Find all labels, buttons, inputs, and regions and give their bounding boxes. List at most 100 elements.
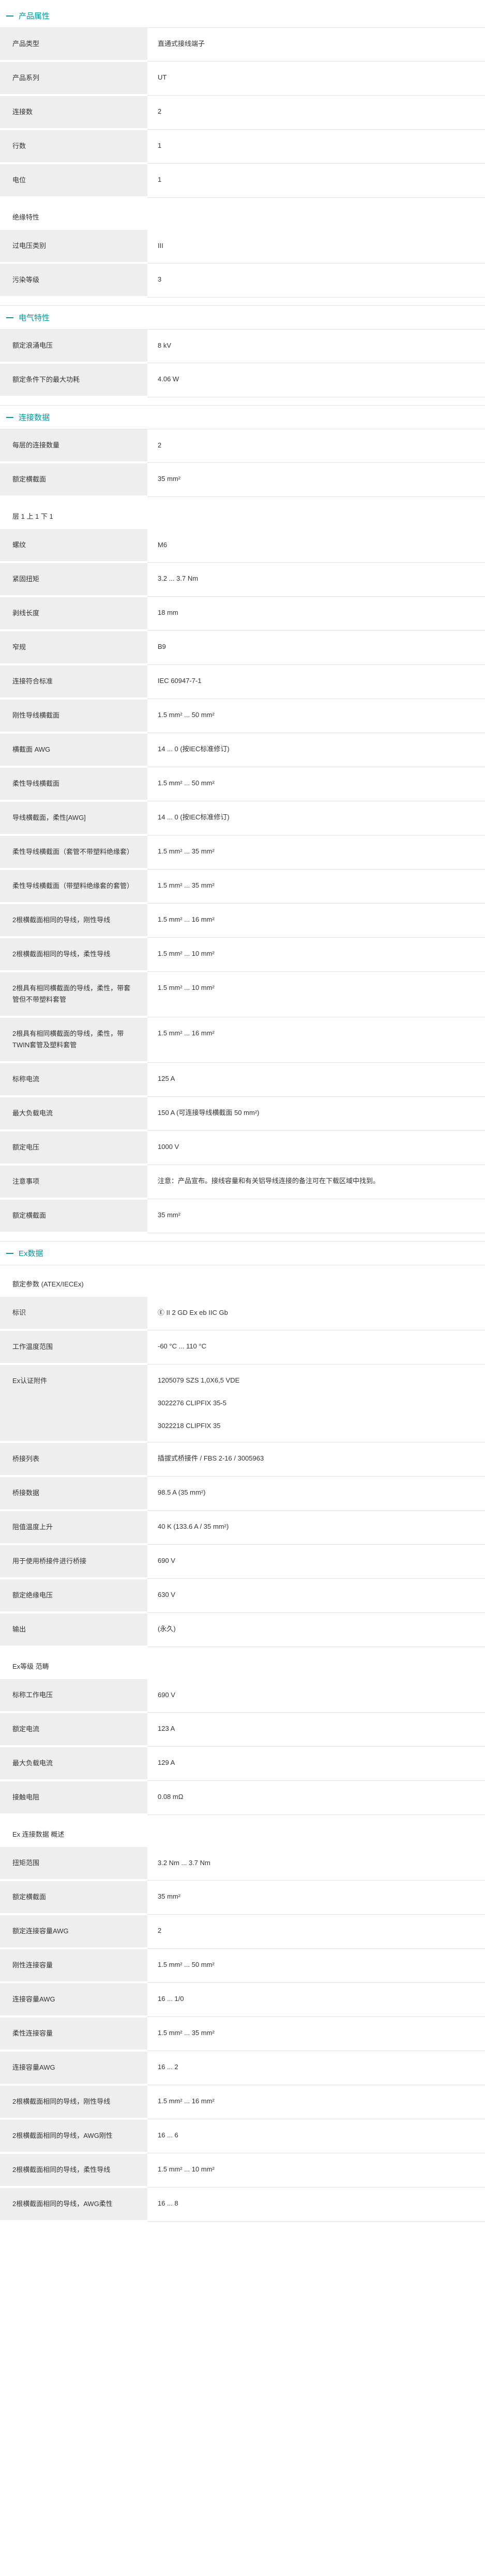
spec-value-line: 1.5 mm² ... 10 mm²	[158, 2165, 215, 2173]
spec-row: 最大负载电流 150 A (可连接导线横截面 50 mm²)	[0, 1096, 485, 1131]
spec-row: 连接符合标准 IEC 60947-7-1	[0, 664, 485, 700]
spec-value: 98.5 A (35 mm²)	[147, 1476, 485, 1511]
spec-value: 630 V	[147, 1578, 485, 1613]
spec-value: 1.5 mm² ... 10 mm²	[147, 971, 485, 1017]
spec-value-line: 1	[158, 141, 162, 149]
spec-value-line: 150 A (可连接导线横截面 50 mm²)	[158, 1108, 260, 1116]
section-dash-icon	[6, 1252, 13, 1254]
spec-key: 最大负载电流	[0, 1746, 147, 1781]
spec-value: 16 ... 6	[147, 2119, 485, 2153]
spec-value: 1.5 mm² ... 35 mm²	[147, 2016, 485, 2051]
spec-value-line: 1.5 mm² ... 16 mm²	[158, 2097, 215, 2105]
spec-key: 产品类型	[0, 28, 147, 62]
spec-value: 1.5 mm² ... 50 mm²	[147, 1948, 485, 1983]
section-header[interactable]: 电气特性	[0, 305, 485, 330]
spec-key: 连接数	[0, 95, 147, 130]
spec-key: 柔性连接容量	[0, 2016, 147, 2052]
spec-value-line: 18 mm	[158, 608, 178, 616]
spec-value-line: 8 kV	[158, 342, 172, 349]
spec-key: 螺纹	[0, 529, 147, 563]
spec-value: 1.5 mm² ... 16 mm²	[147, 903, 485, 938]
spec-value-line: M6	[158, 541, 168, 549]
section-title: 产品属性	[19, 12, 50, 21]
spec-value: 1000 V	[147, 1130, 485, 1165]
spec-value: 18 mm	[147, 596, 485, 631]
spec-key: 剥线长度	[0, 596, 147, 631]
section-header[interactable]: 连接数据	[0, 405, 485, 429]
spec-row: 每层的连接数量 2	[0, 429, 485, 463]
spec-row: 注意事项 注意：产品宣布。接线容量和有关铝导线连接的备注可在下载区域中找到。	[0, 1165, 485, 1200]
spec-key: 2根具有相同横截面的导线，柔性，带TWIN套管及塑料套管	[0, 1017, 147, 1063]
spec-value: 1.5 mm² ... 50 mm²	[147, 767, 485, 801]
spec-key: 2根横截面相同的导线，刚性导线	[0, 2085, 147, 2120]
group-subtitle: 层 1 上 1 下 1	[12, 513, 53, 520]
spec-value-line: -60 °C ... 110 °C	[158, 1342, 206, 1350]
spec-value-line: 1205079 SZS 1,0X6,5 VDE	[158, 1376, 240, 1384]
spec-row: 2根具有相同横截面的导线，柔性，带套管但不带塑料套管 1.5 mm² ... 10…	[0, 971, 485, 1018]
spec-value: 690 V	[147, 1544, 485, 1579]
spec-value-line: 1.5 mm² ... 10 mm²	[158, 983, 215, 991]
spec-key: 额定横截面	[0, 462, 147, 498]
spec-key: 工作温度范围	[0, 1330, 147, 1365]
spec-row: 2根横截面相同的导线，柔性导线 1.5 mm² ... 10 mm²	[0, 937, 485, 972]
spec-row: 刚性连接容量 1.5 mm² ... 50 mm²	[0, 1948, 485, 1983]
spec-row: 连接容量AWG 16 ... 2	[0, 2051, 485, 2086]
spec-row: 2根横截面相同的导线，AWG刚性 16 ... 6	[0, 2119, 485, 2154]
spec-row: 扭矩范围 3.2 Nm ... 3.7 Nm	[0, 1847, 485, 1881]
spec-row: 阻值温度上升 40 K (133.6 A / 35 mm²)	[0, 1510, 485, 1545]
section-title: 电气特性	[19, 314, 50, 322]
spec-key: 桥接数据	[0, 1476, 147, 1511]
spec-value-line: 1	[158, 175, 162, 183]
spec-row: 用于使用桥接件进行桥接 690 V	[0, 1544, 485, 1579]
spec-key: Ex认证附件	[0, 1364, 147, 1443]
spec-row: 标称工作电压 690 V	[0, 1679, 485, 1713]
spec-key: 2根横截面相同的导线，刚性导线	[0, 903, 147, 938]
spec-table: 过电压类别 III 污染等级 3	[0, 230, 485, 298]
section-dash-icon	[6, 317, 13, 318]
spec-value: 35 mm²	[147, 1199, 485, 1233]
spec-value-line: (永久)	[158, 1624, 176, 1633]
spec-key: 标称工作电压	[0, 1679, 147, 1713]
spec-value: 690 V	[147, 1679, 485, 1713]
spec-value-line: 16 ... 2	[158, 2062, 178, 2071]
spec-key: 污染等级	[0, 263, 147, 298]
spec-key: 2根横截面相同的导线，柔性导线	[0, 937, 147, 972]
spec-value-line: 注意：产品宣布。接线容量和有关铝导线连接的备注可在下载区域中找到。	[158, 1176, 380, 1185]
spec-row: 桥接数据 98.5 A (35 mm²)	[0, 1476, 485, 1511]
spec-value-line: IEC 60947-7-1	[158, 676, 202, 685]
spec-key: 柔性导线横截面	[0, 767, 147, 802]
spec-key: 每层的连接数量	[0, 429, 147, 463]
section-dash-icon	[6, 15, 13, 17]
spec-value: 16 ... 1/0	[147, 1982, 485, 2017]
spec-value: 2	[147, 95, 485, 130]
spec-value-line: 1.5 mm² ... 50 mm²	[158, 1960, 215, 1968]
spec-row: 柔性连接容量 1.5 mm² ... 35 mm²	[0, 2016, 485, 2052]
spec-row: 柔性导线横截面（套管不带塑料绝缘套） 1.5 mm² ... 35 mm²	[0, 835, 485, 870]
spec-key: 窄规	[0, 630, 147, 665]
spec-value-line: 插拔式桥接件 / FBS 2-16 / 3005963	[158, 1454, 264, 1462]
spec-value: 3.2 ... 3.7 Nm	[147, 562, 485, 597]
spec-value-line: 16 ... 6	[158, 2131, 178, 2139]
spec-key: 产品系列	[0, 61, 147, 96]
spec-value: 150 A (可连接导线横截面 50 mm²)	[147, 1096, 485, 1131]
spec-value-line: 98.5 A (35 mm²)	[158, 1488, 206, 1496]
spec-key: 标称电流	[0, 1062, 147, 1097]
spec-row: 连接数 2	[0, 95, 485, 130]
spec-row: 刚性导线横截面 1.5 mm² ... 50 mm²	[0, 699, 485, 734]
spec-row: 2根横截面相同的导线，刚性导线 1.5 mm² ... 16 mm²	[0, 2085, 485, 2120]
spec-value: IEC 60947-7-1	[147, 664, 485, 699]
spec-row: 标识 Ⓔ II 2 GD Ex eb IIC Gb	[0, 1297, 485, 1331]
section-header[interactable]: 产品属性	[0, 4, 485, 28]
spec-value: 16 ... 2	[147, 2051, 485, 2085]
spec-value: 1.5 mm² ... 50 mm²	[147, 699, 485, 733]
spec-value-line: Ⓔ II 2 GD Ex eb IIC Gb	[158, 1309, 228, 1316]
spec-row: 产品系列 UT	[0, 61, 485, 96]
spec-key: 额定电流	[0, 1712, 147, 1747]
spec-key: 电位	[0, 163, 147, 198]
spec-value-line: 125 A	[158, 1074, 175, 1082]
spec-key: 标识	[0, 1297, 147, 1331]
section-header[interactable]: Ex数据	[0, 1241, 485, 1265]
spec-value: 1.5 mm² ... 10 mm²	[147, 2153, 485, 2187]
spec-value: 1.5 mm² ... 10 mm²	[147, 937, 485, 972]
spec-row: 2根横截面相同的导线，刚性导线 1.5 mm² ... 16 mm²	[0, 903, 485, 938]
